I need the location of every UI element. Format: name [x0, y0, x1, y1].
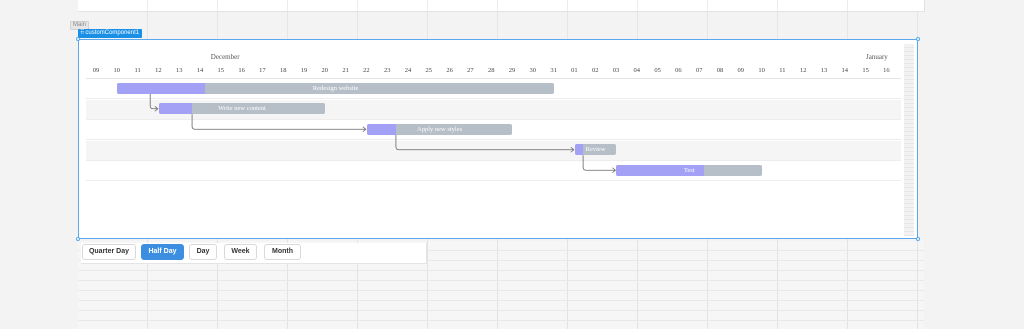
component-label[interactable]: ⠿customComponent1	[78, 29, 143, 38]
view-mode-day-button[interactable]: Day	[189, 244, 217, 260]
resize-handle-top-left[interactable]	[76, 37, 80, 41]
view-mode-half-day-button[interactable]: Half Day	[141, 244, 184, 260]
view-mode-toolbar: Quarter Day Half Day Day Week Month	[81, 243, 427, 264]
gantt-chart: December January 09 10 11 12 13 14 15 16 17 18 19 20 2…	[86, 46, 901, 236]
task-bar[interactable]: Write new content	[158, 103, 326, 115]
dependency-arrow	[191, 114, 366, 130]
top-component-frame[interactable]	[78, 0, 925, 12]
task-label: Write new content	[218, 105, 266, 113]
task-label: Test	[683, 166, 695, 174]
view-mode-month-button[interactable]: Month	[264, 244, 301, 260]
custom-component[interactable]: December January 09 10 11 12 13 14 15 16 17 18 19 20 2…	[76, 37, 920, 241]
task-bar[interactable]: Redesign website	[117, 82, 554, 94]
component-name: customComponent1	[85, 30, 140, 36]
dependency-arrow	[149, 93, 158, 110]
vertical-scrollbar[interactable]	[904, 44, 914, 236]
resize-handle-bottom-right[interactable]	[916, 237, 920, 241]
task-label: Review	[585, 146, 606, 154]
task-bar[interactable]: Review	[574, 144, 617, 156]
resize-handle-top-right[interactable]	[916, 37, 920, 41]
drag-handle-icon[interactable]: ⠿	[80, 30, 84, 36]
builder-canvas: Main ⠿customComponent1 December January 09…	[0, 0, 1024, 329]
dependency-arrow	[582, 155, 616, 171]
task-label: Redesign website	[312, 84, 359, 92]
task-bar[interactable]: Test	[616, 164, 762, 176]
resize-handle-bottom-left[interactable]	[76, 237, 80, 241]
task-label: Apply new styles	[417, 125, 463, 133]
task-bar[interactable]: Apply new styles	[366, 123, 513, 135]
dependency-arrows	[149, 93, 617, 174]
view-mode-quarter-day-button[interactable]: Quarter Day	[82, 244, 136, 260]
view-mode-week-button[interactable]: Week	[224, 244, 257, 260]
dependency-arrow	[395, 134, 574, 151]
